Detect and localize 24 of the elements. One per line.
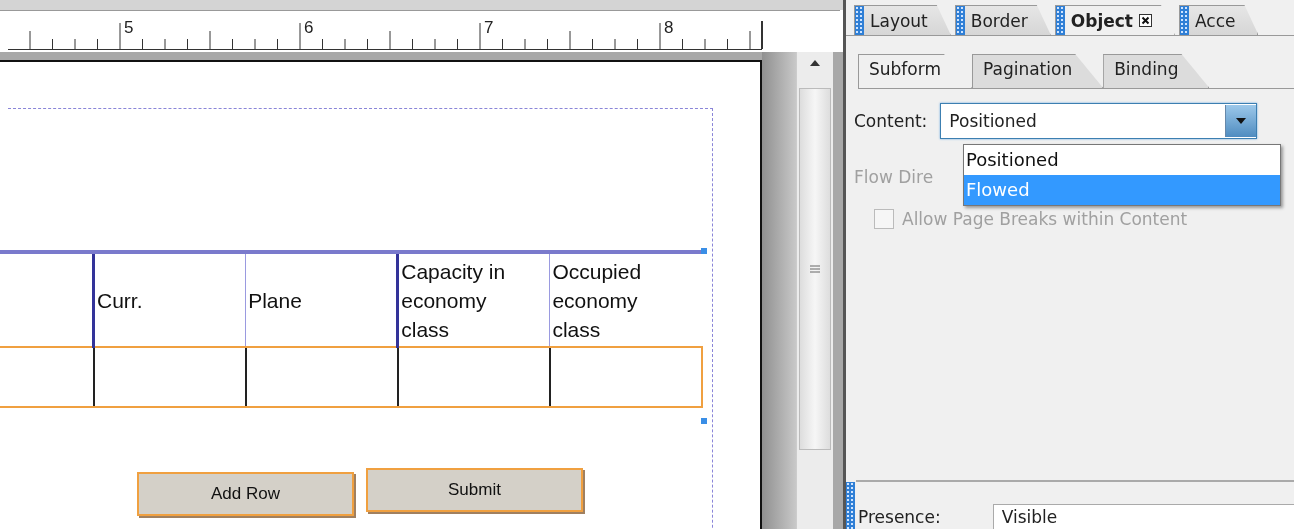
sub-tab[interactable]: Binding [1103,54,1210,88]
field-label: Content: [854,111,928,131]
panel-tab[interactable]: Object [1054,5,1175,35]
column-header: Occupied economy class [549,252,702,347]
form-button[interactable]: Add Row [137,472,354,516]
ruler-label: 5 [124,18,134,37]
field-label: Presence: [858,506,941,527]
ruler-label: 6 [304,18,314,37]
content-dropdown[interactable]: Positioned [940,103,1258,139]
ruler-label: 7 [484,18,494,37]
panel-tab[interactable]: Border [954,5,1051,35]
column-header: Capacity in economy class [397,252,550,347]
field-label: Flow Dire [854,167,935,187]
dropdown-option[interactable]: Positioned [964,145,1280,175]
form-button[interactable]: Submit [366,468,583,512]
panel-tab[interactable]: Acce [1179,5,1259,35]
panel-tab[interactable]: Layout [854,5,951,35]
checkbox-label: Allow Page Breaks within Content [902,209,1188,229]
sub-tab[interactable]: Subform [858,54,972,88]
sub-tab[interactable]: Pagination [972,54,1104,88]
column-header: Curr. [93,252,246,347]
ruler-label: 8 [664,18,674,37]
presence-dropdown[interactable]: Visible [992,504,1294,529]
column-header: Plane [245,252,398,347]
